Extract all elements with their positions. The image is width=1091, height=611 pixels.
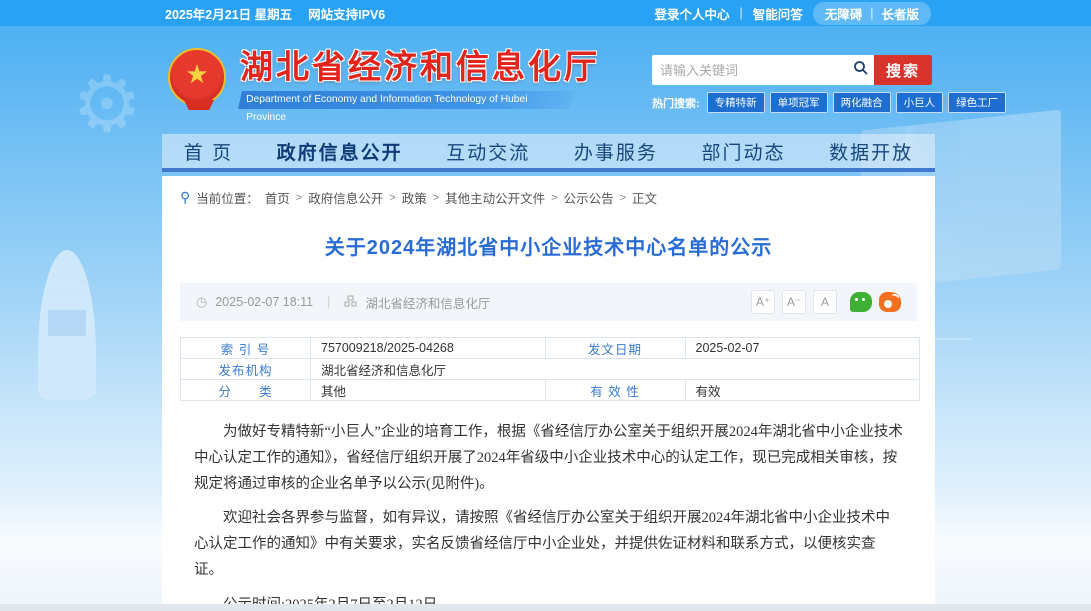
index-number-value: 757009218/2025-04268	[311, 338, 546, 359]
breadcrumb-label: 当前位置：	[196, 188, 259, 207]
publish-source: 湖北省经济和信息化厅	[365, 293, 490, 312]
document-info-table: 索 引 号 757009218/2025-04268 发文日期 2025-02-…	[180, 337, 920, 401]
breadcrumb-separator: >	[433, 192, 439, 204]
table-row: 索 引 号 757009218/2025-04268 发文日期 2025-02-…	[181, 338, 920, 359]
category-value: 其他	[311, 380, 546, 401]
wechat-share-icon[interactable]	[850, 292, 872, 312]
issuer-value: 湖北省经济和信息化厅	[311, 359, 920, 380]
smart-qa-link[interactable]: 智能问答	[753, 4, 803, 23]
current-date: 2025年2月21日 星期五	[165, 4, 292, 23]
meta-divider: |	[321, 295, 336, 309]
article-meta-left: ◷ 2025-02-07 18:11 | 湖北省经济和信息化厅	[196, 293, 490, 312]
nav-item-gov-info[interactable]: 政府信息公开	[277, 138, 403, 165]
footer-strip	[0, 604, 1091, 611]
hot-tag-danxiangguanjun[interactable]: 单项冠军	[770, 92, 828, 113]
breadcrumb-separator: >	[620, 192, 626, 204]
nav-item-services[interactable]: 办事服务	[574, 138, 658, 165]
login-personal-center-link[interactable]: 登录个人中心	[654, 4, 729, 23]
site-logo-group: ★ 湖北省经济和信息化厅 Department of Economy and I…	[168, 48, 600, 109]
nav-item-dept-news[interactable]: 部门动态	[702, 138, 786, 165]
breadcrumb-home[interactable]: 首页	[265, 188, 290, 207]
table-row: 分 类 其他 有 效 性 有效	[181, 380, 920, 401]
topbar-right: 登录个人中心 | 智能问答 无障碍 | 长者版	[654, 2, 931, 25]
category-label: 分 类	[181, 380, 311, 401]
clock-icon: ◷	[196, 294, 207, 310]
content-panel: ⚲ 当前位置： 首页 > 政府信息公开 > 政策 > 其他主动公开文件 > 公示…	[162, 176, 935, 611]
national-emblem-icon: ★	[168, 48, 226, 106]
article-paragraph-1: 为做好专精特新“小巨人”企业的培育工作，根据《省经信厅办公室关于组织开展2024…	[194, 419, 903, 497]
issuer-label: 发布机构	[181, 359, 311, 380]
nav-item-open-data[interactable]: 数据开放	[829, 138, 913, 165]
topbar-left: 2025年2月21日 星期五 网站支持IPV6	[165, 4, 385, 23]
accessibility-link[interactable]: 无障碍	[825, 4, 863, 23]
search-box: 搜索	[652, 55, 932, 85]
breadcrumb-separator: >	[551, 192, 557, 204]
breadcrumb: ⚲ 当前位置： 首页 > 政府信息公开 > 政策 > 其他主动公开文件 > 公示…	[180, 188, 917, 207]
breadcrumb-announcements[interactable]: 公示公告	[564, 188, 614, 207]
rocket-decoration	[38, 250, 96, 400]
publish-datetime: 2025-02-07 18:11	[215, 295, 313, 309]
issue-date-label: 发文日期	[545, 338, 685, 359]
font-increase-button[interactable]: A⁺	[751, 290, 775, 314]
elder-version-link[interactable]: 长者版	[881, 4, 919, 23]
search-magnifier-icon[interactable]	[848, 60, 874, 81]
validity-value: 有效	[685, 380, 920, 401]
validity-label: 有 效 性	[545, 380, 685, 401]
ipv6-badge: 网站支持IPV6	[308, 4, 385, 23]
breadcrumb-other-docs[interactable]: 其他主动公开文件	[445, 188, 545, 207]
search-input[interactable]	[652, 63, 848, 78]
pill-separator: |	[870, 6, 873, 20]
page: { "topbar": { "date": "2025年2月21日 星期五", …	[0, 0, 1091, 611]
table-row: 发布机构 湖北省经济和信息化厅	[181, 359, 920, 380]
location-pin-icon: ⚲	[180, 189, 190, 206]
index-number-label: 索 引 号	[181, 338, 311, 359]
article-title: 关于2024年湖北省中小企业技术中心名单的公示	[180, 231, 917, 260]
topbar-separator: |	[739, 6, 742, 20]
hot-search-row: 热门搜索: 专精特新 单项冠军 两化融合 小巨人 绿色工厂	[652, 92, 932, 113]
accessibility-pill: 无障碍 | 长者版	[813, 2, 931, 25]
issue-date-value: 2025-02-07	[685, 338, 920, 359]
site-subtitle-en: Department of Economy and Information Te…	[246, 91, 570, 127]
font-reset-button[interactable]: A	[813, 290, 837, 314]
breadcrumb-separator: >	[389, 192, 395, 204]
topbar: 2025年2月21日 星期五 网站支持IPV6 登录个人中心 | 智能问答 无障…	[0, 0, 1091, 26]
breadcrumb-policy[interactable]: 政策	[402, 188, 427, 207]
breadcrumb-separator: >	[296, 192, 302, 204]
nav-item-home[interactable]: 首 页	[184, 138, 233, 165]
font-decrease-button[interactable]: A⁻	[782, 290, 806, 314]
article-paragraph-2: 欢迎社会各界参与监督，如有异议，请按照《省经信厅办公室关于组织开展2024年湖北…	[194, 505, 903, 583]
breadcrumb-gov-info[interactable]: 政府信息公开	[308, 188, 383, 207]
site-title-block: 湖北省经济和信息化厅 Department of Economy and Inf…	[240, 48, 600, 109]
hot-tag-lvsegongchang[interactable]: 绿色工厂	[948, 92, 1006, 113]
article-body: 为做好专精特新“小巨人”企业的培育工作，根据《省经信厅办公室关于组织开展2024…	[180, 419, 917, 611]
emblem-ribbon	[184, 100, 214, 110]
organization-icon	[344, 295, 357, 310]
site-title: 湖北省经济和信息化厅	[240, 48, 600, 86]
breadcrumb-current: 正文	[632, 188, 657, 207]
emblem-star-icon: ★	[185, 61, 208, 87]
site-subtitle-ribbon: Department of Economy and Information Te…	[238, 91, 574, 109]
main-nav: 首 页 政府信息公开 互动交流 办事服务 部门动态 数据开放	[162, 134, 935, 172]
weibo-share-icon[interactable]	[879, 292, 901, 312]
hot-search-label: 热门搜索:	[652, 95, 700, 111]
nav-item-interaction[interactable]: 互动交流	[446, 138, 530, 165]
gear-decoration-icon: ⚙	[72, 60, 142, 150]
search-button[interactable]: 搜索	[874, 55, 932, 85]
hot-tag-lianghuaronghe[interactable]: 两化融合	[833, 92, 891, 113]
article-meta-right: A⁺ A⁻ A	[751, 290, 901, 314]
article-meta-strip: ◷ 2025-02-07 18:11 | 湖北省经济和信息化厅 A⁺ A⁻ A	[180, 283, 917, 321]
hot-tag-zhuanjingtexin[interactable]: 专精特新	[707, 92, 765, 113]
hot-tag-xiaojuren[interactable]: 小巨人	[896, 92, 944, 113]
search-area: 搜索 热门搜索: 专精特新 单项冠军 两化融合 小巨人 绿色工厂	[652, 55, 932, 113]
